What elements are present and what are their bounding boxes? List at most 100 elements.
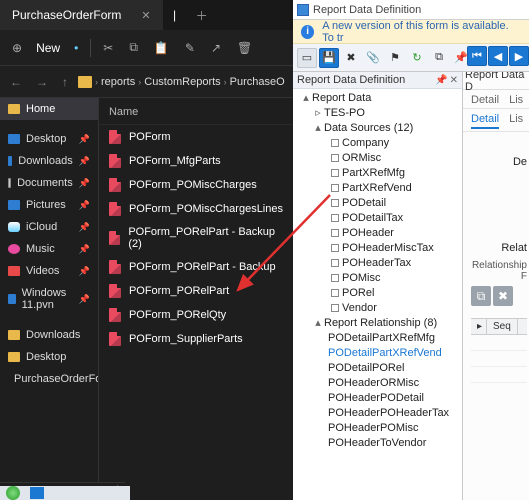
sidebar-item[interactable]: Documents📌 <box>0 172 98 194</box>
crumb[interactable]: PurchaseO <box>230 76 285 88</box>
tree-ds-item[interactable]: Vendor <box>293 301 462 316</box>
new-tab-button[interactable]: ＋ <box>187 7 217 24</box>
sidebar-item[interactable]: PurchaseOrderFo <box>0 368 98 390</box>
file-item[interactable]: POForm_POMiscChargesLines <box>99 197 293 221</box>
rel-delete-icon[interactable]: ✖ <box>493 286 513 306</box>
tree-ds-item[interactable]: PODetailTax <box>293 211 462 226</box>
tool-delete-icon[interactable]: ✖ <box>341 48 361 68</box>
tab-detail[interactable]: Detail <box>471 94 499 106</box>
sidebar-icon <box>8 244 20 254</box>
tree-rel-item[interactable]: PODetailPORel <box>293 361 462 376</box>
tree-body[interactable]: ▴Report Data▹TES-PO▴Data Sources (12)Com… <box>293 89 462 500</box>
nav-up-icon[interactable]: ↑ <box>58 75 72 89</box>
tree-node[interactable]: ▹TES-PO <box>293 106 462 121</box>
nav-back-icon[interactable]: ← <box>6 75 26 89</box>
grid-row[interactable] <box>471 335 527 351</box>
tree-ds-item[interactable]: POHeader <box>293 226 462 241</box>
file-item[interactable]: POForm_SupplierParts <box>99 327 293 351</box>
tree-ds-item[interactable]: POMisc <box>293 271 462 286</box>
tree-rel-item[interactable]: POHeaderPODetail <box>293 391 462 406</box>
grid-row[interactable] <box>471 351 527 367</box>
crumb[interactable]: reports <box>101 76 135 88</box>
tool-save-icon[interactable]: 💾 <box>319 48 339 68</box>
tree-ds-item[interactable]: PORel <box>293 286 462 301</box>
tree-rel-item[interactable]: POHeaderPOMisc <box>293 421 462 436</box>
sidebar-item[interactable]: Downloads📌 <box>0 150 98 172</box>
tree-ds-item[interactable]: PartXRefVend <box>293 181 462 196</box>
delete-icon[interactable]: 🗑 <box>231 37 258 59</box>
tree-rel-item[interactable]: POHeaderPOHeaderTax <box>293 406 462 421</box>
rel-copy-icon[interactable]: ⧉ <box>471 286 491 306</box>
tree-datasources[interactable]: ▴Data Sources (12) <box>293 121 462 136</box>
crumb[interactable]: CustomReports <box>144 76 220 88</box>
tree-rel-item[interactable]: PODetailPartXRefVend <box>293 346 462 361</box>
sidebar-icon <box>8 156 12 166</box>
rename-icon[interactable]: ✎ <box>179 37 201 59</box>
tree-root[interactable]: ▴Report Data <box>293 91 462 106</box>
tool-new-icon[interactable]: ▭ <box>297 48 317 68</box>
sidebar-item[interactable]: Windows 11.pvn📌 <box>0 282 98 316</box>
close-tab-icon[interactable]: ✕ <box>141 9 150 22</box>
file-name: POForm_PORelPart <box>129 285 229 297</box>
tab-list[interactable]: Lis <box>509 94 523 106</box>
file-item[interactable]: POForm_PORelPart - Backup <box>99 255 293 279</box>
nav-first-icon[interactable]: ⏮ <box>467 46 487 66</box>
file-item[interactable]: POForm_PORelPart - Backup (2) <box>99 221 293 255</box>
copy-icon[interactable]: ⧉ <box>123 36 144 59</box>
tree-rel-item[interactable]: PODetailPartXRefMfg <box>293 331 462 346</box>
file-item[interactable]: POForm_PORelQty <box>99 303 293 327</box>
file-name: POForm_MfgParts <box>129 155 221 167</box>
taskbar-icon[interactable] <box>30 487 44 499</box>
file-icon <box>109 308 121 322</box>
file-name: POForm_POMiscCharges <box>129 179 257 191</box>
tab-detail-active[interactable]: Detail <box>471 113 499 129</box>
tree-close-icon[interactable]: ✕ <box>450 75 458 86</box>
sidebar-item[interactable]: Desktop <box>0 346 98 368</box>
file-item[interactable]: POForm_PORelPart <box>99 279 293 303</box>
grid-row-selector[interactable]: ▸ <box>471 319 487 334</box>
tree-ds-item[interactable]: POHeaderTax <box>293 256 462 271</box>
cut-icon[interactable]: ✂ <box>97 37 119 59</box>
sidebar-item[interactable]: Downloads <box>0 324 98 346</box>
banner-text: A new version of this form is available.… <box>322 20 521 44</box>
explorer-tab[interactable]: PurchaseOrderForm ✕ <box>0 0 163 30</box>
new-button[interactable]: ⊕ <box>6 37 28 59</box>
file-item[interactable]: POForm_MfgParts <box>99 149 293 173</box>
tree-relationships[interactable]: ▴Report Relationship (8) <box>293 316 462 331</box>
tree-ds-item[interactable]: PODetail <box>293 196 462 211</box>
taskbar-icon[interactable] <box>6 486 20 500</box>
sidebar-item[interactable]: Home <box>0 98 98 120</box>
nav-prev-icon[interactable]: ◀ <box>488 46 508 66</box>
tree-pin-icon[interactable]: 📌 <box>435 75 447 86</box>
tool-refresh-icon[interactable]: ↻ <box>407 48 427 68</box>
tab-list-2[interactable]: Lis <box>509 113 523 129</box>
tool-attach-icon[interactable]: 📎 <box>363 48 383 68</box>
sidebar-item[interactable]: Desktop📌 <box>0 128 98 150</box>
file-item[interactable]: POForm <box>99 125 293 149</box>
breadcrumb[interactable]: › reports › CustomReports › PurchaseO <box>78 76 285 88</box>
nav-forward-icon[interactable]: → <box>32 75 52 89</box>
column-header-name[interactable]: Name <box>99 98 293 125</box>
grid-row[interactable] <box>471 367 527 383</box>
share-icon[interactable]: ↗ <box>205 37 227 59</box>
sidebar-item[interactable]: Music📌 <box>0 238 98 260</box>
tree-ds-item[interactable]: ORMisc <box>293 151 462 166</box>
tool-action-icon[interactable]: ⚑ <box>385 48 405 68</box>
tree-rel-item[interactable]: POHeaderToVendor <box>293 436 462 451</box>
file-item[interactable]: POForm_POMiscCharges <box>99 173 293 197</box>
sidebar-label: Desktop <box>26 133 66 145</box>
update-banner[interactable]: i A new version of this form is availabl… <box>293 20 529 44</box>
sidebar-item[interactable]: Videos📌 <box>0 260 98 282</box>
grid-col-seq[interactable]: Seq <box>487 319 518 334</box>
tree-ds-item[interactable]: Company <box>293 136 462 151</box>
sidebar-item[interactable]: iCloud📌 <box>0 216 98 238</box>
properties-panel: Report Data D Detail Lis Detail Lis De R… <box>463 72 529 500</box>
tool-copy-icon[interactable]: ⧉ <box>429 48 449 68</box>
sidebar-item[interactable]: Pictures📌 <box>0 194 98 216</box>
new-label[interactable]: New <box>32 41 64 55</box>
tree-ds-item[interactable]: POHeaderMiscTax <box>293 241 462 256</box>
nav-next-icon[interactable]: ▶ <box>509 46 529 66</box>
tree-ds-item[interactable]: PartXRefMfg <box>293 166 462 181</box>
tree-rel-item[interactable]: POHeaderORMisc <box>293 376 462 391</box>
paste-icon[interactable]: 📋 <box>148 37 175 59</box>
